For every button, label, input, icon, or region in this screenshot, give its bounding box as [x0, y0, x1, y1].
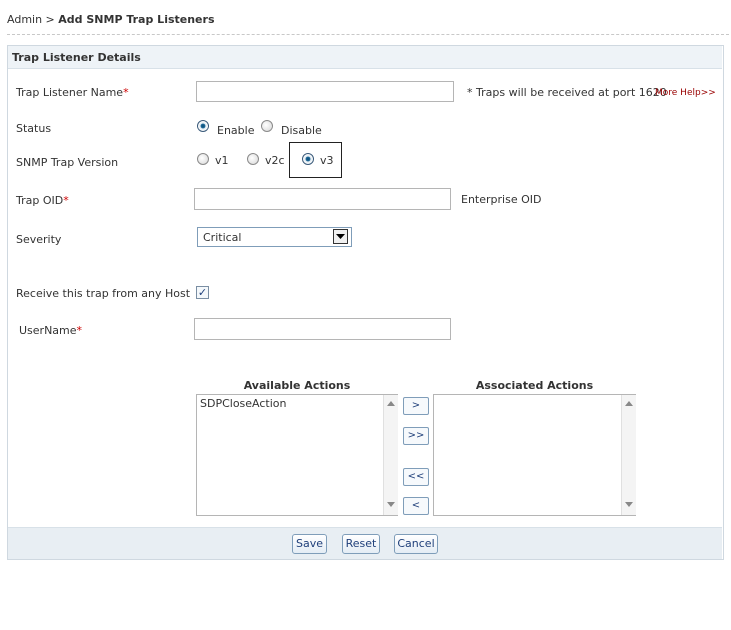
page-title: Add SNMP Trap Listeners: [58, 13, 215, 26]
trap-listener-name-input[interactable]: [196, 81, 454, 102]
severity-value: Critical: [203, 231, 242, 244]
status-disable-label: Disable: [281, 124, 322, 137]
breadcrumb-separator: >: [42, 13, 59, 26]
save-button[interactable]: Save: [292, 534, 327, 554]
required-mark: *: [63, 194, 69, 207]
status-enable-label: Enable: [217, 124, 255, 137]
breadcrumb-root[interactable]: Admin: [7, 13, 42, 26]
reset-button[interactable]: Reset: [342, 534, 380, 554]
available-actions-list[interactable]: SDPCloseAction: [196, 394, 398, 516]
port-note: * Traps will be received at port 1620: [467, 86, 667, 99]
version-v3-focus-box: [289, 142, 342, 178]
any-host-checkbox[interactable]: ✓: [196, 286, 209, 299]
username-input[interactable]: [194, 318, 451, 340]
available-list-scrollbar[interactable]: [383, 395, 398, 515]
chevron-down-icon[interactable]: [333, 229, 348, 244]
scroll-down-icon[interactable]: [625, 502, 633, 508]
snmp-version-label: SNMP Trap Version: [16, 156, 119, 169]
trap-oid-label-text: Trap OID: [16, 194, 64, 207]
breadcrumb-divider: [7, 34, 729, 35]
trap-oid-input[interactable]: [194, 188, 451, 210]
severity-label: Severity: [16, 233, 62, 246]
username-label: UserName*: [19, 324, 82, 337]
enterprise-oid-note: Enterprise OID: [461, 193, 542, 206]
version-v1-radio[interactable]: [197, 153, 209, 165]
version-v3-radio[interactable]: [302, 153, 314, 165]
move-one-right-button[interactable]: >: [403, 397, 429, 415]
panel-title: Trap Listener Details: [12, 51, 141, 64]
scroll-down-icon[interactable]: [387, 502, 395, 508]
trap-listener-name-label: Trap Listener Name*: [16, 86, 129, 99]
trap-listener-name-label-text: Trap Listener Name: [16, 86, 124, 99]
associated-list-scrollbar[interactable]: [621, 395, 636, 515]
version-v1-label: v1: [215, 154, 229, 167]
version-v2c-label: v2c: [265, 154, 285, 167]
version-v3-label: v3: [320, 154, 334, 167]
username-label-text: UserName: [19, 324, 77, 337]
available-actions-header: Available Actions: [243, 379, 351, 392]
status-enable-radio[interactable]: [197, 120, 209, 132]
move-all-left-button[interactable]: <<: [403, 468, 429, 486]
trap-oid-label: Trap OID*: [16, 194, 69, 207]
scroll-up-icon[interactable]: [387, 401, 395, 407]
version-v2c-radio[interactable]: [247, 153, 259, 165]
more-help-link[interactable]: More Help>>: [655, 88, 716, 98]
status-label: Status: [16, 122, 52, 135]
any-host-label: Receive this trap from any Host: [16, 287, 191, 300]
cancel-button[interactable]: Cancel: [394, 534, 438, 554]
move-one-left-button[interactable]: <: [403, 497, 429, 515]
breadcrumb: Admin > Add SNMP Trap Listeners: [7, 13, 215, 26]
scroll-up-icon[interactable]: [625, 401, 633, 407]
associated-actions-header: Associated Actions: [475, 379, 594, 392]
status-disable-radio[interactable]: [261, 120, 273, 132]
associated-actions-list[interactable]: [433, 394, 636, 516]
list-item[interactable]: SDPCloseAction: [200, 397, 287, 410]
required-mark: *: [76, 324, 83, 337]
move-all-right-button[interactable]: >>: [403, 427, 429, 445]
required-mark: *: [123, 86, 129, 99]
